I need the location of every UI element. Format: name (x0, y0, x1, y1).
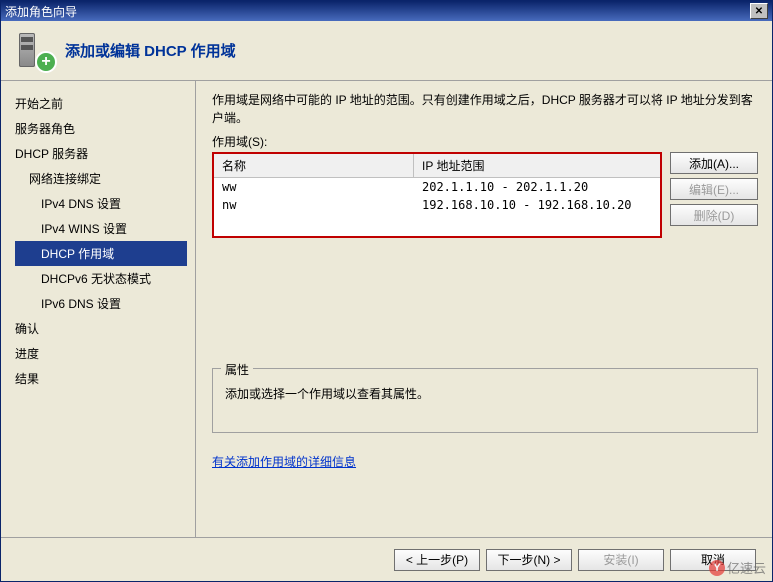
properties-group: 属性 添加或选择一个作用域以查看其属性。 (212, 368, 758, 433)
cell-range: 192.168.10.10 - 192.168.10.20 (414, 196, 660, 214)
wizard-window: 添加角色向导 ✕ + 添加或编辑 DHCP 作用域 开始之前 服务器角色 DHC… (0, 0, 773, 582)
sidebar-item-ipv4-wins[interactable]: IPv4 WINS 设置 (15, 216, 195, 241)
sidebar-item-progress[interactable]: 进度 (15, 341, 195, 366)
main-pane: 作用域是网络中可能的 IP 地址的范围。只有创建作用域之后，DHCP 服务器才可… (196, 81, 772, 537)
cell-name: ww (214, 178, 414, 196)
table-row[interactable]: nw 192.168.10.10 - 192.168.10.20 (214, 196, 660, 214)
add-scope-button[interactable]: 添加(A)... (670, 152, 758, 174)
sidebar-item-network-binding[interactable]: 网络连接绑定 (15, 166, 195, 191)
delete-scope-button: 删除(D) (670, 204, 758, 226)
prev-button[interactable]: < 上一步(P) (394, 549, 480, 571)
scopes-area: 名称 IP 地址范围 ww 202.1.1.10 - 202.1.1.20 nw… (212, 152, 758, 238)
titlebar: 添加角色向导 ✕ (1, 1, 772, 21)
table-row[interactable]: ww 202.1.1.10 - 202.1.1.20 (214, 178, 660, 196)
sidebar-item-dhcpv6-stateless[interactable]: DHCPv6 无状态模式 (15, 266, 195, 291)
scope-button-column: 添加(A)... 编辑(E)... 删除(D) (670, 152, 758, 238)
page-title: 添加或编辑 DHCP 作用域 (65, 40, 236, 61)
cell-name: nw (214, 196, 414, 214)
sidebar-item-dhcp-server[interactable]: DHCP 服务器 (15, 141, 195, 166)
close-button[interactable]: ✕ (750, 3, 768, 19)
description-text: 作用域是网络中可能的 IP 地址的范围。只有创建作用域之后，DHCP 服务器才可… (212, 91, 758, 127)
wizard-footer: < 上一步(P) 下一步(N) > 安装(I) 取消 (1, 537, 772, 581)
sidebar-item-ipv4-dns[interactable]: IPv4 DNS 设置 (15, 191, 195, 216)
wizard-header: + 添加或编辑 DHCP 作用域 (1, 21, 772, 81)
sidebar-item-ipv6-dns[interactable]: IPv6 DNS 设置 (15, 291, 195, 316)
next-button[interactable]: 下一步(N) > (486, 549, 572, 571)
sidebar-item-results[interactable]: 结果 (15, 366, 195, 391)
col-header-range[interactable]: IP 地址范围 (414, 154, 660, 177)
edit-scope-button: 编辑(E)... (670, 178, 758, 200)
properties-hint: 添加或选择一个作用域以查看其属性。 (225, 385, 745, 402)
sidebar: 开始之前 服务器角色 DHCP 服务器 网络连接绑定 IPv4 DNS 设置 I… (1, 81, 196, 537)
cancel-button[interactable]: 取消 (670, 549, 756, 571)
help-link[interactable]: 有关添加作用域的详细信息 (212, 453, 758, 470)
scopes-label: 作用域(S): (212, 133, 758, 150)
sidebar-item-confirm[interactable]: 确认 (15, 316, 195, 341)
sidebar-item-server-roles[interactable]: 服务器角色 (15, 116, 195, 141)
scopes-table[interactable]: 名称 IP 地址范围 ww 202.1.1.10 - 202.1.1.20 nw… (212, 152, 662, 238)
col-header-name[interactable]: 名称 (214, 154, 414, 177)
server-plus-icon: + (15, 31, 55, 71)
cell-range: 202.1.1.10 - 202.1.1.20 (414, 178, 660, 196)
wizard-body: 开始之前 服务器角色 DHCP 服务器 网络连接绑定 IPv4 DNS 设置 I… (1, 81, 772, 537)
sidebar-item-before-begin[interactable]: 开始之前 (15, 91, 195, 116)
properties-legend: 属性 (221, 361, 253, 378)
install-button: 安装(I) (578, 549, 664, 571)
table-header-row: 名称 IP 地址范围 (214, 154, 660, 178)
sidebar-item-dhcp-scopes[interactable]: DHCP 作用域 (15, 241, 187, 266)
window-title: 添加角色向导 (5, 3, 750, 20)
